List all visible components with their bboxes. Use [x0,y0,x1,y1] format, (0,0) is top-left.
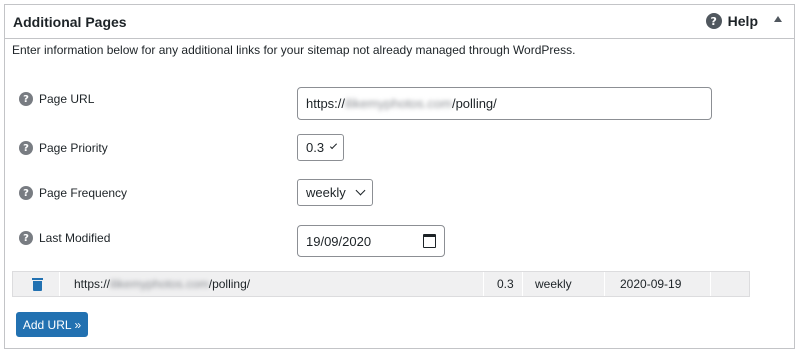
page-priority-label: Page Priority [39,141,108,155]
table-row: https://ilikemyphotos.com/polling/ 0.3 w… [12,271,750,297]
add-url-button[interactable]: Add URL » [16,312,88,337]
help-label: Help [727,13,758,29]
entry-modified: 2020-09-19 [620,277,682,291]
page-url-prefix: https:// [306,96,346,111]
page-frequency-select[interactable]: weekly [297,179,373,206]
panel-title: Additional Pages [13,14,127,30]
help-toggle[interactable]: ? Help [705,13,758,29]
page-url-label: Page URL [39,92,95,106]
page-priority-value: 0.3 [306,140,325,155]
page-priority-select[interactable]: 0.3 [297,134,344,161]
page-url-blurred-domain: ilikemyphotos.com [345,96,452,111]
entry-frequency: weekly [535,277,572,291]
last-modified-label: Last Modified [39,231,111,245]
entry-url: https://ilikemyphotos.com/polling/ [74,272,250,296]
trash-icon[interactable] [32,278,43,291]
last-modified-date-input[interactable]: 19/09/2020 [297,225,445,257]
panel-header: Additional Pages ? Help [5,5,794,39]
page-frequency-label: Page Frequency [39,186,128,200]
chevron-down-icon [330,141,338,150]
entry-url-prefix: https:// [74,277,111,291]
entry-url-suffix: /polling/ [208,277,251,291]
page-url-help-icon[interactable]: ? [19,92,33,106]
page-url-suffix: /polling/ [451,96,497,111]
last-modified-help-icon[interactable]: ? [19,231,33,245]
page-frequency-value: weekly [306,185,346,200]
page-url-input[interactable]: https://ilikemyphotos.com/polling/ [297,87,712,120]
page-frequency-help-icon[interactable]: ? [19,186,33,200]
entry-priority: 0.3 [497,277,514,291]
intro-text: Enter information below for any addition… [12,43,576,57]
question-circle-icon: ? [705,13,722,29]
collapse-toggle-icon[interactable] [774,16,782,22]
chevron-down-icon [355,185,366,196]
entry-url-blurred-domain: ilikemyphotos.com [110,277,209,291]
calendar-icon[interactable] [423,234,436,248]
last-modified-value: 19/09/2020 [306,233,372,249]
page-priority-help-icon[interactable]: ? [19,141,33,155]
